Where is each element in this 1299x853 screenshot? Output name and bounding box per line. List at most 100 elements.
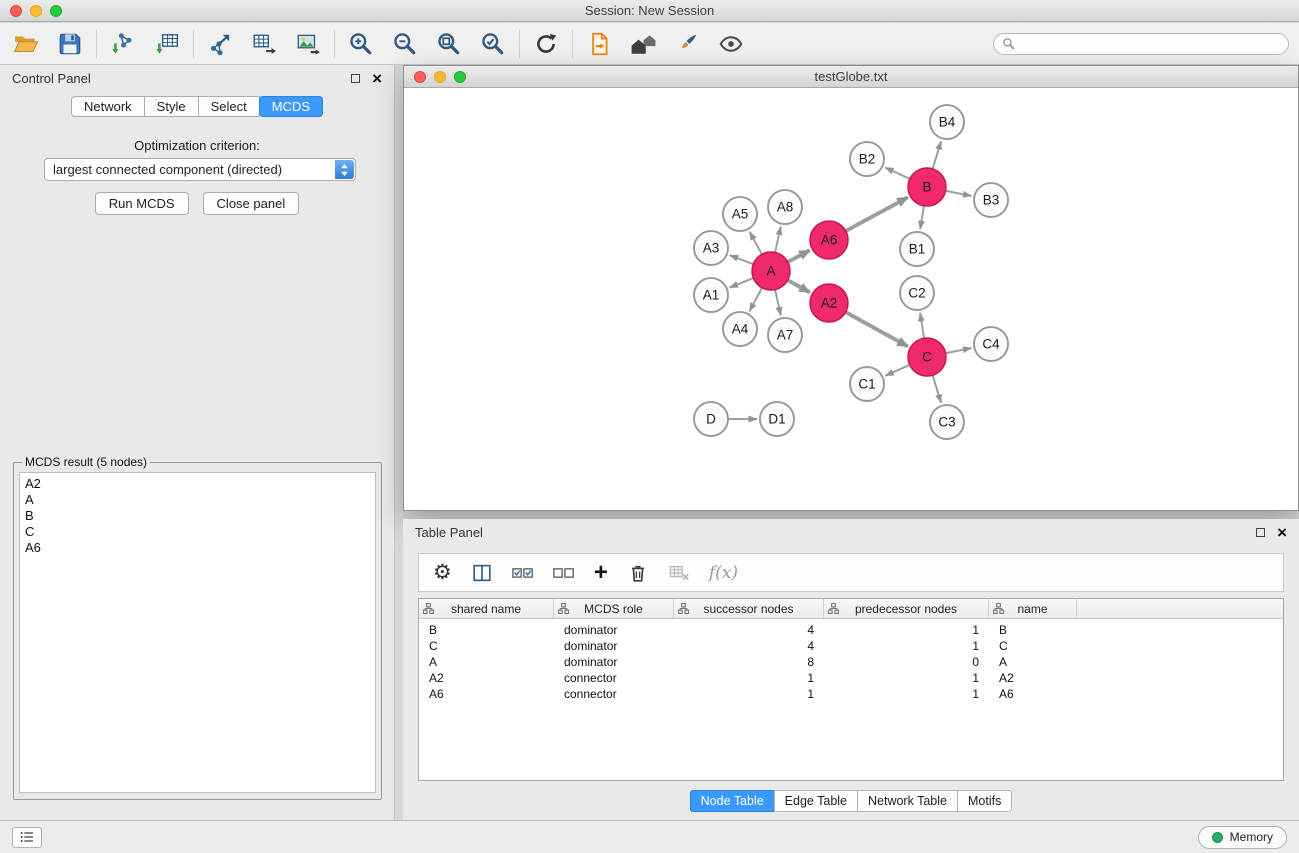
edge-A-A5[interactable] xyxy=(750,232,762,255)
table-settings-gear-icon[interactable]: ⚙ xyxy=(433,562,452,583)
save-session-icon[interactable] xyxy=(57,31,83,57)
node-C2[interactable]: C2 xyxy=(900,276,934,310)
zoom-selected-icon[interactable] xyxy=(480,31,506,57)
delete-column-icon[interactable] xyxy=(627,562,649,584)
edge-A2-C[interactable] xyxy=(846,312,908,346)
node-A7[interactable]: A7 xyxy=(768,318,802,352)
node-C3[interactable]: C3 xyxy=(930,405,964,439)
close-table-panel-icon[interactable]: × xyxy=(1277,524,1287,541)
select-all-icon[interactable] xyxy=(512,562,534,584)
node-B2[interactable]: B2 xyxy=(850,142,884,176)
close-traffic-light-icon[interactable] xyxy=(10,5,22,17)
deselect-all-icon[interactable] xyxy=(553,562,575,584)
memory-button[interactable]: Memory xyxy=(1198,826,1287,849)
import-network-icon[interactable] xyxy=(110,31,136,57)
mcds-result-list[interactable]: A2ABCA6 xyxy=(19,472,376,793)
search-input[interactable] xyxy=(1020,37,1280,51)
node-B3[interactable]: B3 xyxy=(974,183,1008,217)
edge-A-A2[interactable] xyxy=(788,280,810,292)
edge-B-B2[interactable] xyxy=(885,167,910,179)
table-row[interactable]: Adominator80A xyxy=(419,654,1283,670)
table-row[interactable]: Bdominator41B xyxy=(419,622,1283,638)
network-zoom-traffic-light-icon[interactable] xyxy=(454,71,466,83)
zoom-in-icon[interactable] xyxy=(348,31,374,57)
edge-A6-B[interactable] xyxy=(846,197,908,230)
tab-mcds[interactable]: MCDS xyxy=(259,96,323,117)
close-panel-icon[interactable]: × xyxy=(372,70,382,87)
tab-motifs[interactable]: Motifs xyxy=(957,790,1012,812)
network-close-traffic-light-icon[interactable] xyxy=(414,71,426,83)
zoom-out-icon[interactable] xyxy=(392,31,418,57)
edge-A-A7[interactable] xyxy=(775,290,781,316)
mcds-result-item[interactable]: B xyxy=(25,508,370,524)
export-network-icon[interactable] xyxy=(207,31,233,57)
style-brush-icon[interactable] xyxy=(674,31,700,57)
network-canvas[interactable]: B4B2BB3B1A5A8A6A3AA1A2A4A7C2C4CC1C3DD1 xyxy=(404,89,1298,510)
edge-A-A1[interactable] xyxy=(730,278,754,288)
node-A2[interactable]: A2 xyxy=(810,284,848,322)
column-header-name[interactable]: name xyxy=(989,599,1077,618)
column-header-predecessor-nodes[interactable]: predecessor nodes xyxy=(824,599,989,618)
edge-B-B3[interactable] xyxy=(946,191,972,196)
node-B1[interactable]: B1 xyxy=(900,232,934,266)
mcds-result-item[interactable]: A2 xyxy=(25,476,370,492)
import-table-icon[interactable] xyxy=(154,31,180,57)
zoom-fit-icon[interactable] xyxy=(436,31,462,57)
table-row[interactable]: A2connector11A2 xyxy=(419,670,1283,686)
float-table-panel-icon[interactable] xyxy=(1256,528,1265,537)
search-box[interactable] xyxy=(993,33,1289,55)
panel-list-button[interactable] xyxy=(12,827,42,848)
node-A4[interactable]: A4 xyxy=(723,312,757,346)
edge-C-C4[interactable] xyxy=(946,348,972,353)
tab-network[interactable]: Network xyxy=(71,96,145,117)
run-mcds-button[interactable]: Run MCDS xyxy=(95,192,189,215)
node-C4[interactable]: C4 xyxy=(974,327,1008,361)
function-builder-icon[interactable]: f(x) xyxy=(709,563,738,583)
edge-B-B4[interactable] xyxy=(933,141,942,169)
mcds-result-item[interactable]: A xyxy=(25,492,370,508)
edge-A-A4[interactable] xyxy=(749,288,762,312)
mcds-result-item[interactable]: C xyxy=(25,524,370,540)
close-panel-button[interactable]: Close panel xyxy=(203,192,300,215)
tab-node-table[interactable]: Node Table xyxy=(690,790,775,812)
edge-B-B1[interactable] xyxy=(920,206,924,229)
table-row[interactable]: Cdominator41C xyxy=(419,638,1283,654)
tab-network-table[interactable]: Network Table xyxy=(857,790,958,812)
add-column-icon[interactable]: + xyxy=(594,563,608,582)
node-A3[interactable]: A3 xyxy=(694,231,728,265)
first-neighbors-icon[interactable] xyxy=(586,31,612,57)
edge-A-A8[interactable] xyxy=(775,227,781,253)
node-D[interactable]: D xyxy=(694,402,728,436)
delete-table-icon[interactable] xyxy=(668,562,690,584)
tab-style[interactable]: Style xyxy=(144,96,199,117)
minimize-traffic-light-icon[interactable] xyxy=(30,5,42,17)
edge-C-C3[interactable] xyxy=(933,375,942,403)
node-D1[interactable]: D1 xyxy=(760,402,794,436)
mcds-result-item[interactable]: A6 xyxy=(25,540,370,556)
edge-A-A6[interactable] xyxy=(788,250,810,262)
show-columns-icon[interactable] xyxy=(471,562,493,584)
refresh-layout-icon[interactable] xyxy=(533,31,559,57)
node-A5[interactable]: A5 xyxy=(723,197,757,231)
eye-icon[interactable] xyxy=(718,31,744,57)
tab-select[interactable]: Select xyxy=(198,96,260,117)
float-panel-icon[interactable] xyxy=(351,74,360,83)
node-B[interactable]: B xyxy=(908,168,946,206)
zoom-traffic-light-icon[interactable] xyxy=(50,5,62,17)
column-header-mcds-role[interactable]: MCDS role xyxy=(554,599,674,618)
network-window-titlebar[interactable]: testGlobe.txt xyxy=(404,66,1298,88)
edge-C-C1[interactable] xyxy=(885,365,909,376)
edge-C-C2[interactable] xyxy=(920,313,924,338)
tab-edge-table[interactable]: Edge Table xyxy=(774,790,858,812)
table-row[interactable]: A6connector11A6 xyxy=(419,686,1283,702)
node-A8[interactable]: A8 xyxy=(768,190,802,224)
network-minimize-traffic-light-icon[interactable] xyxy=(434,71,446,83)
column-header-shared-name[interactable]: shared name xyxy=(419,599,554,618)
optimization-criterion-select[interactable]: largest connected component (directed) xyxy=(44,158,356,181)
column-header-successor-nodes[interactable]: successor nodes xyxy=(674,599,824,618)
home-layout-icon[interactable] xyxy=(630,31,656,57)
export-table-icon[interactable] xyxy=(251,31,277,57)
node-B4[interactable]: B4 xyxy=(930,105,964,139)
edge-A-A3[interactable] xyxy=(730,255,754,264)
node-A1[interactable]: A1 xyxy=(694,278,728,312)
